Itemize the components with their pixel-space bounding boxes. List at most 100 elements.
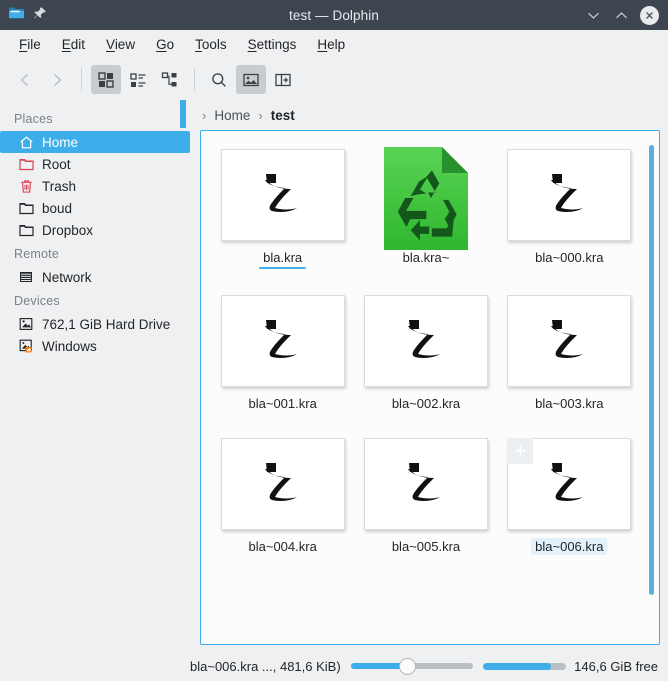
sidebar-item-hard-drive[interactable]: 762,1 GiB Hard Drive (4, 313, 186, 335)
image-thumbnail (507, 149, 631, 241)
dolphin-window: test — Dolphin File Edit View Go Tools S… (0, 0, 668, 681)
menu-go[interactable]: Go (147, 34, 183, 55)
thumbnail-wrapper[interactable] (364, 149, 488, 241)
sidebar-item-label: Trash (42, 179, 76, 194)
split-view-button[interactable] (268, 65, 298, 94)
menu-bar: File Edit View Go Tools Settings Help (0, 30, 668, 59)
file-label[interactable]: bla~003.kra (531, 395, 607, 412)
sidebar-item-network[interactable]: Network (4, 266, 186, 288)
free-space-bar-fill (483, 663, 551, 670)
sidebar-item-label: 762,1 GiB Hard Drive (42, 317, 170, 332)
image-thumbnail (221, 295, 345, 387)
details-view-button[interactable] (155, 65, 185, 94)
sidebar-item-dropbox[interactable]: Dropbox (4, 219, 186, 241)
list-item[interactable]: bla~002.kra (354, 291, 497, 412)
sidebar-item-label: boud (42, 201, 72, 216)
compact-view-button[interactable] (123, 65, 153, 94)
thumbnail-wrapper[interactable] (507, 149, 631, 241)
vertical-scrollbar[interactable] (649, 145, 654, 595)
folder-icon (18, 200, 34, 216)
sidebar-item-label: Dropbox (42, 223, 93, 238)
sidebar-splitter-accent[interactable] (180, 100, 186, 128)
preview-button[interactable] (236, 65, 266, 94)
thumbnail-wrapper[interactable] (507, 295, 631, 387)
list-item[interactable]: bla~001.kra (211, 291, 354, 412)
network-icon (18, 269, 34, 285)
status-text: bla~006.kra ..., 481,6 KiB) (190, 659, 341, 674)
places-sidebar: Places Home Root (0, 100, 190, 651)
forward-button[interactable] (42, 65, 72, 94)
trash-icon (18, 178, 34, 194)
tool-bar (0, 59, 668, 100)
file-label[interactable]: bla~004.kra (245, 538, 321, 555)
titlebar-left-icons (0, 5, 47, 25)
sidebar-item-home[interactable]: Home (0, 131, 190, 153)
pin-icon[interactable] (33, 6, 47, 25)
breadcrumb-item-test[interactable]: test (268, 107, 298, 124)
list-item[interactable]: bla.kra~ (354, 145, 497, 269)
sidebar-item-label: Windows (42, 339, 97, 354)
menu-file[interactable]: File (10, 34, 50, 55)
icons-view-button[interactable] (91, 65, 121, 94)
minimize-button[interactable] (584, 6, 602, 24)
list-item[interactable]: bla~005.kra (354, 434, 497, 555)
sidebar-item-trash[interactable]: Trash (4, 175, 186, 197)
menu-tools[interactable]: Tools (186, 34, 236, 55)
file-label[interactable]: bla~000.kra (531, 249, 607, 266)
file-label[interactable]: bla~001.kra (245, 395, 321, 412)
free-space-text: 146,6 GiB free (574, 659, 658, 674)
harddrive-icon (18, 316, 34, 332)
file-label[interactable]: bla.kra (259, 249, 306, 269)
free-space-bar (483, 663, 566, 670)
main-view: › Home › test (190, 100, 668, 651)
sidebar-item-windows[interactable]: Windows (4, 335, 186, 357)
close-button[interactable] (640, 6, 659, 25)
image-thumbnail (221, 149, 345, 241)
back-button[interactable] (10, 65, 40, 94)
list-item[interactable]: bla~000.kra (498, 145, 641, 269)
file-view-panel[interactable]: bla.kra (200, 130, 660, 645)
list-item[interactable]: bla~003.kra (498, 291, 641, 412)
thumbnail-wrapper[interactable] (221, 438, 345, 530)
thumbnail-wrapper[interactable] (364, 438, 488, 530)
folder-icon (8, 5, 25, 25)
list-item[interactable]: + bla~006.kra (498, 434, 641, 555)
menu-settings[interactable]: Settings (239, 34, 306, 55)
file-grid: bla.kra (201, 131, 659, 644)
home-icon (18, 134, 34, 150)
menu-help[interactable]: Help (308, 34, 354, 55)
zoom-slider-handle[interactable] (399, 658, 416, 675)
main-body: Places Home Root (0, 100, 668, 651)
breadcrumb-separator: › (256, 108, 264, 123)
window-title: test — Dolphin (0, 8, 668, 23)
menu-view[interactable]: View (97, 34, 144, 55)
search-icon[interactable] (204, 65, 234, 94)
zoom-slider[interactable] (351, 657, 473, 675)
maximize-button[interactable] (612, 6, 630, 24)
thumbnail-wrapper[interactable] (221, 149, 345, 241)
sidebar-item-root[interactable]: Root (4, 153, 186, 175)
file-label[interactable]: bla~005.kra (388, 538, 464, 555)
selection-toggle-plus-icon[interactable]: + (507, 438, 533, 464)
folder-red-icon (18, 156, 34, 172)
list-item[interactable]: bla~004.kra (211, 434, 354, 555)
thumbnail-wrapper[interactable] (221, 295, 345, 387)
thumbnail-wrapper[interactable]: + (507, 438, 631, 530)
sidebar-group-devices: Devices (0, 288, 190, 313)
breadcrumb-item-home[interactable]: Home (211, 107, 253, 124)
image-thumbnail (364, 438, 488, 530)
sidebar-group-places: Places (0, 106, 190, 131)
breadcrumb-separator: › (200, 108, 208, 123)
sidebar-item-boud[interactable]: boud (4, 197, 186, 219)
window-controls (584, 6, 668, 25)
menu-edit[interactable]: Edit (53, 34, 94, 55)
free-space-indicator[interactable]: 146,6 GiB free (483, 659, 658, 674)
sidebar-item-label: Network (42, 270, 92, 285)
thumbnail-wrapper[interactable] (364, 295, 488, 387)
list-item[interactable]: bla.kra (211, 145, 354, 269)
file-label[interactable]: bla~002.kra (388, 395, 464, 412)
file-label[interactable]: bla.kra~ (399, 249, 454, 266)
file-label[interactable]: bla~006.kra (531, 538, 607, 555)
image-thumbnail (507, 295, 631, 387)
title-bar: test — Dolphin (0, 0, 668, 30)
